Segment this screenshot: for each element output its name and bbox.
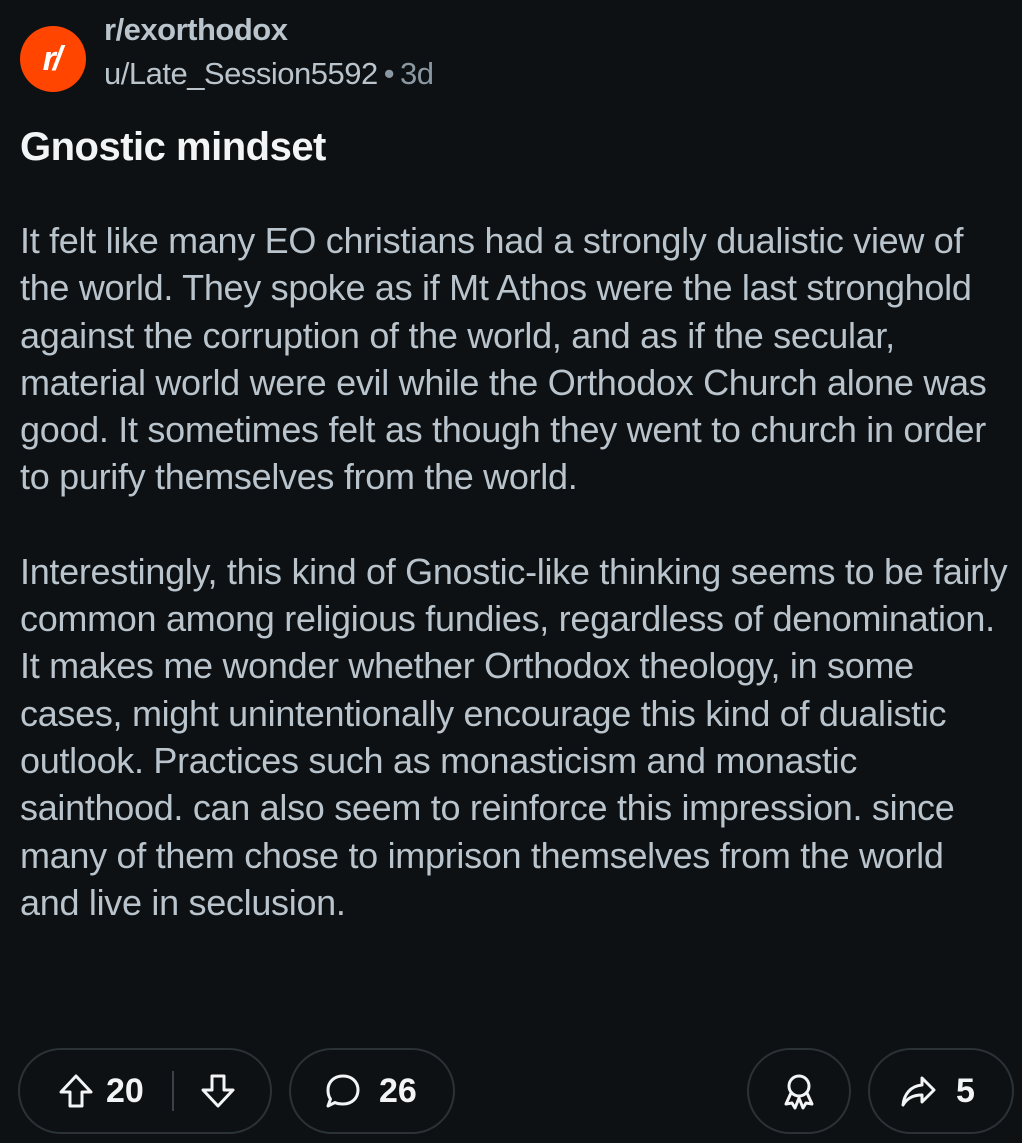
award-button[interactable] [747, 1048, 851, 1134]
subreddit-avatar[interactable]: r/ [20, 26, 86, 92]
share-icon [898, 1071, 938, 1111]
post-title: Gnostic mindset [20, 125, 326, 169]
post-header: r/ r/exorthodox u/Late_Session5592 • 3d [20, 12, 1002, 92]
share-count: 5 [956, 1071, 975, 1110]
comment-icon [323, 1071, 363, 1111]
action-bar: 20 26 5 [0, 1048, 1022, 1138]
vote-pill: 20 [18, 1048, 272, 1134]
subreddit-avatar-logo: r/ [42, 39, 63, 78]
post-paragraph-1: It felt like many EO christians had a st… [20, 220, 987, 498]
upvote-icon[interactable] [56, 1071, 96, 1111]
meta-separator: • [383, 56, 395, 91]
vote-divider [171, 1071, 174, 1111]
comment-count: 26 [379, 1071, 417, 1110]
post-meta: u/Late_Session5592 • 3d [104, 56, 434, 92]
subreddit-name[interactable]: r/exorthodox [104, 12, 288, 48]
vote-count: 20 [106, 1071, 144, 1110]
post-body: It felt like many EO christians had a st… [20, 217, 1010, 926]
author-name[interactable]: u/Late_Session5592 [104, 56, 378, 91]
award-icon [779, 1071, 819, 1111]
post-age: 3d [400, 56, 434, 91]
downvote-icon[interactable] [198, 1071, 238, 1111]
share-button[interactable]: 5 [868, 1048, 1014, 1134]
comments-button[interactable]: 26 [289, 1048, 455, 1134]
post-paragraph-2: Interestingly, this kind of Gnostic-like… [20, 550, 1008, 923]
